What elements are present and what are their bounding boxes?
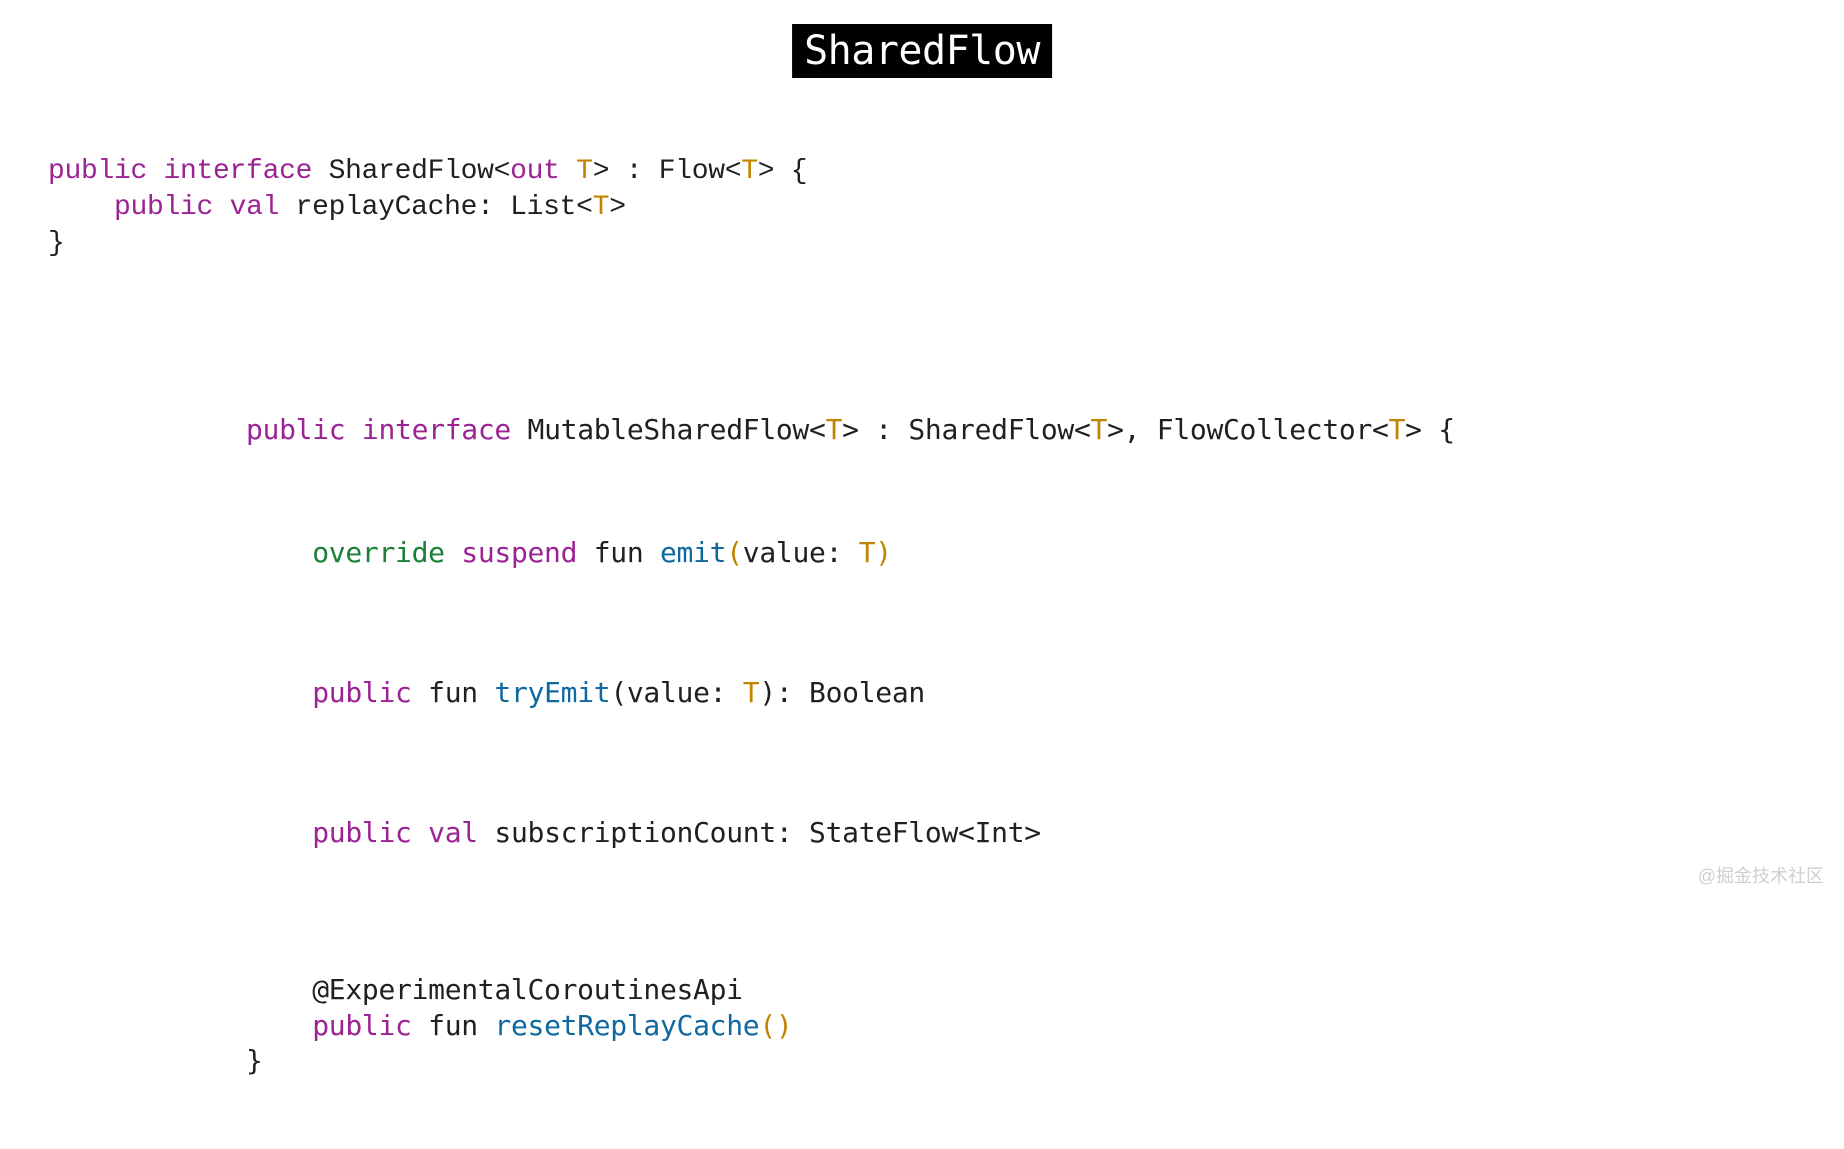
keyword-fun: fun — [428, 1009, 478, 1042]
type-ref: Int — [975, 816, 1025, 849]
code-block-mutablesharedflow: public interface MutableSharedFlow<T> : … — [246, 342, 1455, 1149]
keyword-public: public — [246, 413, 345, 446]
keyword-fun: fun — [428, 676, 478, 709]
type-name: SharedFlow — [329, 156, 494, 187]
keyword-interface: interface — [164, 156, 313, 187]
keyword-suspend: suspend — [461, 536, 577, 569]
type-param: T — [859, 536, 876, 569]
keyword-val: val — [230, 192, 280, 223]
annotation: @ExperimentalCoroutinesApi — [312, 973, 743, 1006]
type-name: MutableSharedFlow — [528, 413, 809, 446]
type-param: T — [741, 156, 758, 187]
keyword-public: public — [48, 156, 147, 187]
keyword-public: public — [312, 1009, 411, 1042]
param-name: value — [743, 536, 826, 569]
keyword-public: public — [312, 816, 411, 849]
param-name: value — [627, 676, 710, 709]
keyword-val: val — [428, 816, 478, 849]
property-name: replayCache — [296, 192, 478, 223]
function-name: emit — [660, 536, 726, 569]
brace-close: } — [48, 228, 65, 259]
function-name: resetReplayCache — [494, 1009, 759, 1042]
type-ref: List — [510, 192, 576, 223]
type-param: T — [826, 413, 843, 446]
watermark-text: @掘金技术社区 — [1698, 862, 1824, 888]
type-param: T — [743, 676, 760, 709]
keyword-public: public — [114, 192, 213, 223]
type-param: T — [593, 192, 610, 223]
type-param: T — [1389, 413, 1406, 446]
page-title: SharedFlow — [792, 24, 1052, 78]
type-param: T — [1091, 413, 1108, 446]
brace-close: } — [246, 1044, 263, 1077]
type-ref: Flow — [659, 156, 725, 187]
type-ref: FlowCollector — [1157, 413, 1372, 446]
property-name: subscriptionCount — [494, 816, 775, 849]
keyword-fun: fun — [594, 536, 644, 569]
function-name: tryEmit — [494, 676, 610, 709]
keyword-out: out — [510, 156, 560, 187]
type-ref: Boolean — [809, 676, 925, 709]
type-param: T — [576, 156, 593, 187]
keyword-override: override — [312, 536, 444, 569]
type-ref: StateFlow — [809, 816, 958, 849]
code-block-sharedflow: public interface SharedFlow<out T> : Flo… — [48, 154, 807, 261]
type-ref: SharedFlow — [908, 413, 1074, 446]
keyword-public: public — [312, 676, 411, 709]
keyword-interface: interface — [362, 413, 511, 446]
